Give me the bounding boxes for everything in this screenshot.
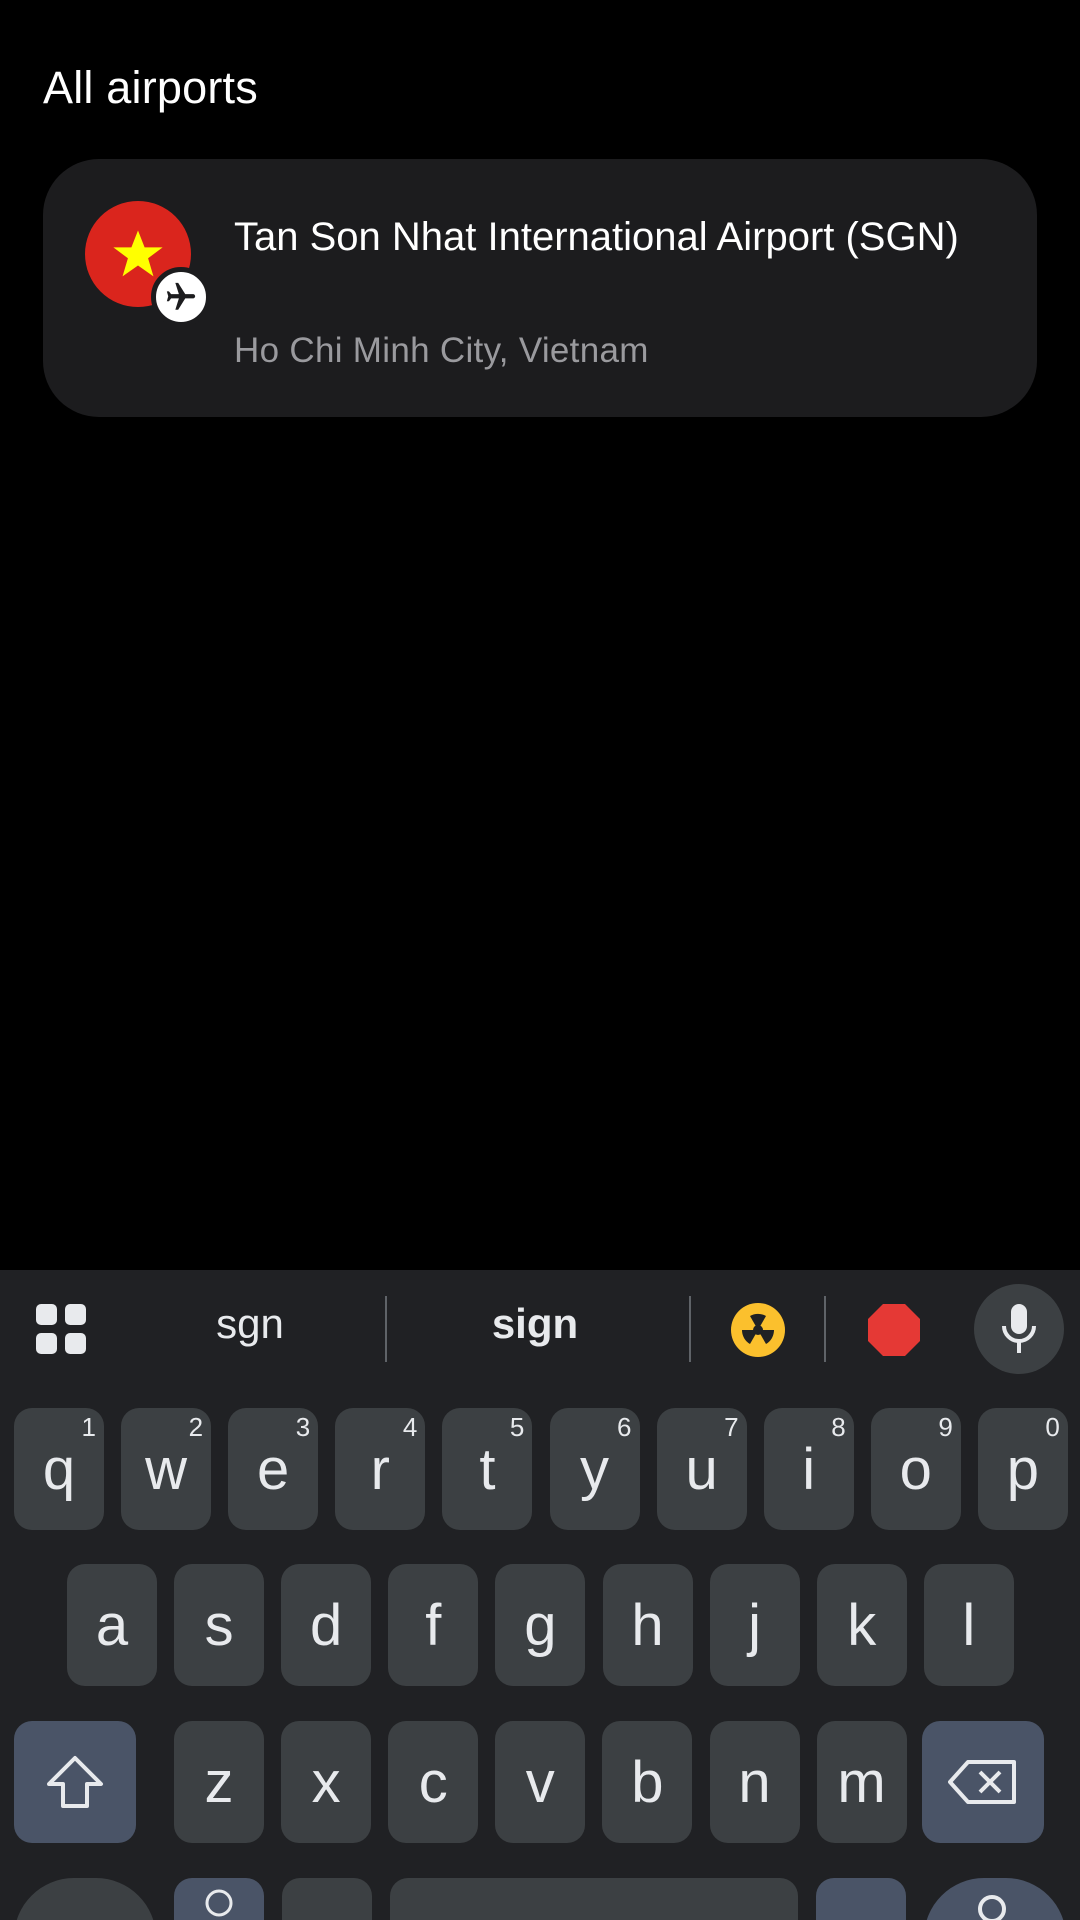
key-hint: 4 [402, 1412, 418, 1442]
key-f[interactable]: f [388, 1564, 479, 1686]
key-y[interactable]: y6 [549, 1408, 640, 1530]
key-hint: 3 [295, 1412, 311, 1442]
key-label: i [802, 1436, 816, 1502]
key-a[interactable]: a [67, 1564, 157, 1686]
key-label: y [580, 1436, 609, 1502]
suggestion-sgn[interactable]: sgn [160, 1300, 340, 1348]
key-c[interactable]: c [388, 1721, 479, 1843]
key-z[interactable]: z [174, 1721, 264, 1843]
search-key[interactable] [924, 1878, 1066, 1920]
apps-grid-icon[interactable] [36, 1304, 86, 1354]
key-x[interactable]: x [281, 1721, 372, 1843]
key-hint: 8 [831, 1412, 846, 1442]
key-w[interactable]: w2 [121, 1408, 212, 1530]
key-i[interactable]: i8 [763, 1408, 854, 1530]
star-icon [113, 230, 163, 277]
emoji-icon [205, 1889, 233, 1917]
key-d[interactable]: d [281, 1564, 372, 1686]
radioactive-emoji-icon[interactable] [730, 1302, 786, 1358]
key-label: o [899, 1436, 932, 1502]
key-hint: 0 [1045, 1412, 1060, 1442]
symbols-key[interactable] [14, 1878, 156, 1920]
key-g[interactable]: g [495, 1564, 586, 1686]
key-label: w [145, 1436, 188, 1502]
space-key[interactable] [390, 1878, 798, 1920]
key-label: q [42, 1436, 76, 1502]
suggestion-sign[interactable]: sign [445, 1300, 625, 1348]
backspace-icon [948, 1760, 1016, 1804]
key-h[interactable]: h [602, 1564, 693, 1686]
key-label: e [257, 1436, 290, 1502]
key-q[interactable]: q1 [14, 1408, 104, 1530]
search-icon [978, 1895, 1006, 1920]
microphone-button[interactable] [974, 1284, 1064, 1374]
key-u[interactable]: u7 [656, 1408, 747, 1530]
key-hint: 7 [724, 1412, 739, 1442]
key-r[interactable]: r4 [335, 1408, 426, 1530]
shift-key[interactable] [14, 1721, 136, 1843]
key-label: p [1006, 1436, 1040, 1502]
microphone-icon [1002, 1304, 1036, 1353]
divider [385, 1296, 387, 1362]
key-hint: 1 [81, 1412, 96, 1442]
key-label: u [685, 1436, 718, 1502]
airplane-icon [151, 267, 211, 327]
key-label: t [479, 1436, 496, 1502]
airport-location: Ho Chi Minh City, Vietnam [234, 331, 649, 370]
section-title: All airports [43, 62, 258, 113]
stop-sign-emoji-icon[interactable] [866, 1302, 922, 1358]
key-label: r [370, 1436, 390, 1502]
backspace-key[interactable] [922, 1721, 1044, 1843]
key-e[interactable]: e3 [228, 1408, 319, 1530]
key-m[interactable]: m [816, 1721, 907, 1843]
airport-name: Tan Son Nhat International Airport (SGN) [234, 215, 959, 259]
key-b[interactable]: b [602, 1721, 693, 1843]
key-hint: 2 [188, 1412, 204, 1442]
shift-icon [47, 1756, 103, 1808]
key-hint: 9 [938, 1412, 953, 1442]
key-j[interactable]: j [709, 1564, 800, 1686]
keyboard: sgn sign q 1 w 2 e 3 r 4 t 5 y 6 u 7 i 8… [0, 1270, 1080, 1920]
globe-key[interactable] [282, 1878, 372, 1920]
key-n[interactable]: n [709, 1721, 800, 1843]
emoji-key[interactable] [174, 1878, 264, 1920]
key-hint: 5 [509, 1412, 525, 1442]
key-o[interactable]: o9 [870, 1408, 961, 1530]
key-s[interactable]: s [174, 1564, 265, 1686]
key-l[interactable]: l [923, 1564, 1014, 1686]
suggestion-bar: sgn sign [0, 1270, 1080, 1388]
key-hint: 6 [617, 1412, 632, 1442]
divider [824, 1296, 826, 1362]
key-v[interactable]: v [495, 1721, 586, 1843]
airport-result-card[interactable]: Tan Son Nhat International Airport (SGN)… [43, 159, 1037, 417]
divider [689, 1296, 691, 1362]
period-key[interactable] [816, 1878, 906, 1920]
key-t[interactable]: t5 [442, 1408, 533, 1530]
key-p[interactable]: p0 [977, 1408, 1068, 1530]
screen: All airports Tan Son Nhat International … [0, 0, 1080, 1920]
key-k[interactable]: k [816, 1564, 907, 1686]
